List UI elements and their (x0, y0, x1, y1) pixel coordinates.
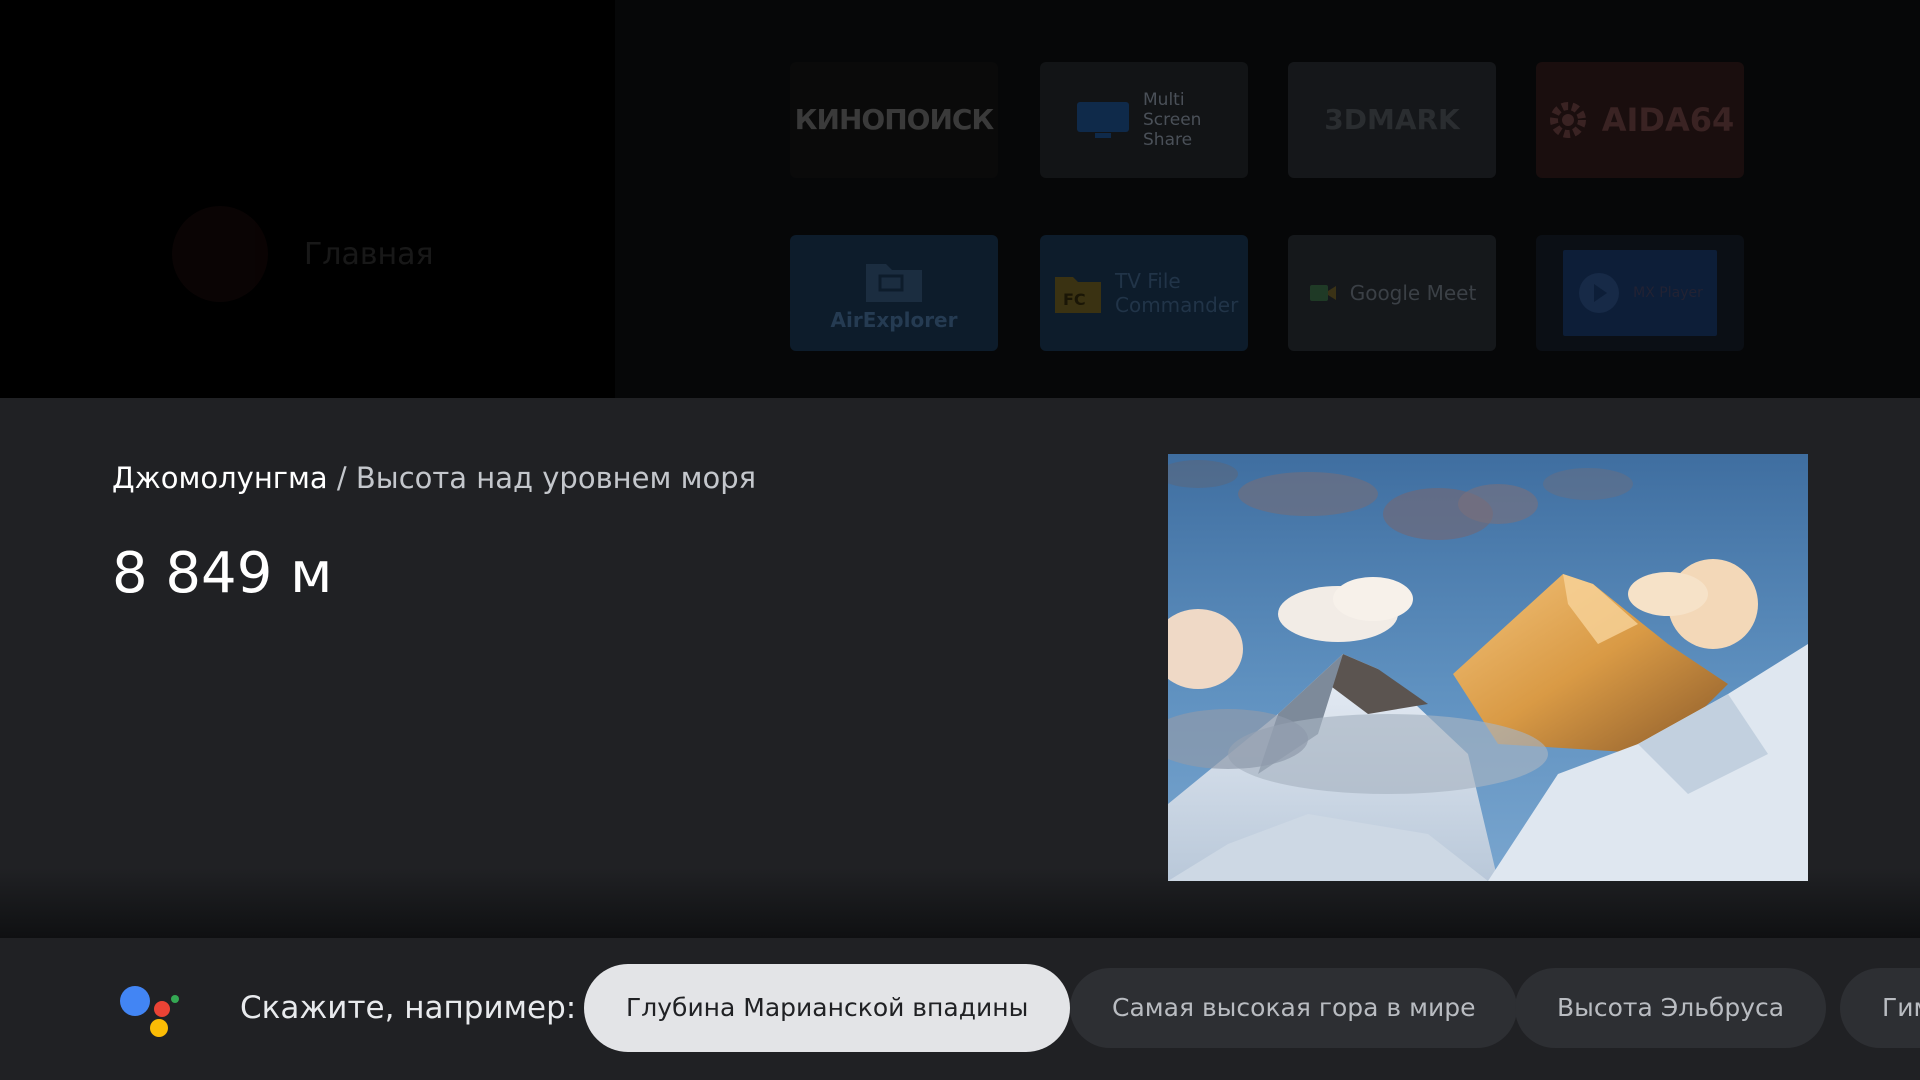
tile-label-multi-screen-share: Multi Screen Share (1143, 90, 1202, 150)
mountain-photo (1168, 454, 1808, 881)
app-tile-aida64[interactable]: AIDA64 (1536, 62, 1744, 178)
gear-icon (1549, 102, 1586, 138)
tile-label-google-meet: Google Meet (1349, 281, 1477, 305)
answer-entity: Джомолунгма (112, 461, 328, 495)
home-screen-background: Главная КИНОПОИСК Multi Screen Share 3DM… (0, 0, 1920, 398)
breadcrumb-separator: / (336, 461, 347, 495)
aida64-logo: AIDA64 (1601, 101, 1735, 139)
3dmark-logo: 3DMARK (1324, 103, 1460, 136)
monitor-icon (1077, 102, 1129, 138)
app-tile-airexplorer[interactable]: AirExplorer (790, 235, 998, 351)
suggestions-prompt: Скажите, например: (240, 990, 577, 1026)
tile-label-tv-file-commander: TV File Commander (1115, 269, 1239, 317)
play-icon (1579, 273, 1620, 313)
suggestion-chip-partial[interactable]: Гим (1840, 968, 1920, 1048)
avatar (172, 206, 268, 302)
suggestion-chip-elbrus-height[interactable]: Высота Эльбруса (1515, 968, 1827, 1048)
app-tile-3dmark[interactable]: 3DMARK (1288, 62, 1496, 178)
tile-label-airexplorer: AirExplorer (830, 308, 958, 332)
app-tile-tv-file-commander[interactable]: FC TV File Commander (1040, 235, 1248, 351)
suggestion-chip-highest-mountain[interactable]: Самая высокая гора в мире (1070, 968, 1518, 1048)
app-tile-mx-player[interactable]: MX Player (1536, 235, 1744, 351)
tile-label-mx-player: MX Player (1633, 285, 1703, 301)
app-tile-google-meet[interactable]: Google Meet (1288, 235, 1496, 351)
meet-icon (1309, 285, 1336, 301)
svg-text:FC: FC (1063, 290, 1086, 309)
kinopoisk-logo: КИНОПОИСК (794, 103, 995, 136)
suggestion-chip-mariana-trench[interactable]: Глубина Марианской впадины (584, 964, 1071, 1052)
answer-attribute: Высота над уровнем моря (355, 461, 757, 495)
answer-value: 8 849 м (112, 541, 333, 606)
app-tile-kinopoisk[interactable]: КИНОПОИСК (790, 62, 998, 178)
profile-name: Главная (304, 236, 434, 272)
mx-player-banner: MX Player (1563, 250, 1717, 336)
home-profile: Главная (172, 206, 434, 302)
app-tile-multi-screen-share[interactable]: Multi Screen Share (1040, 62, 1248, 178)
folder-monitor-icon (866, 264, 922, 302)
folder-fc-icon: FC (1055, 277, 1101, 313)
answer-breadcrumb: Джомолунгма / Высота над уровнем моря (112, 460, 756, 496)
google-assistant-icon (120, 986, 179, 1037)
